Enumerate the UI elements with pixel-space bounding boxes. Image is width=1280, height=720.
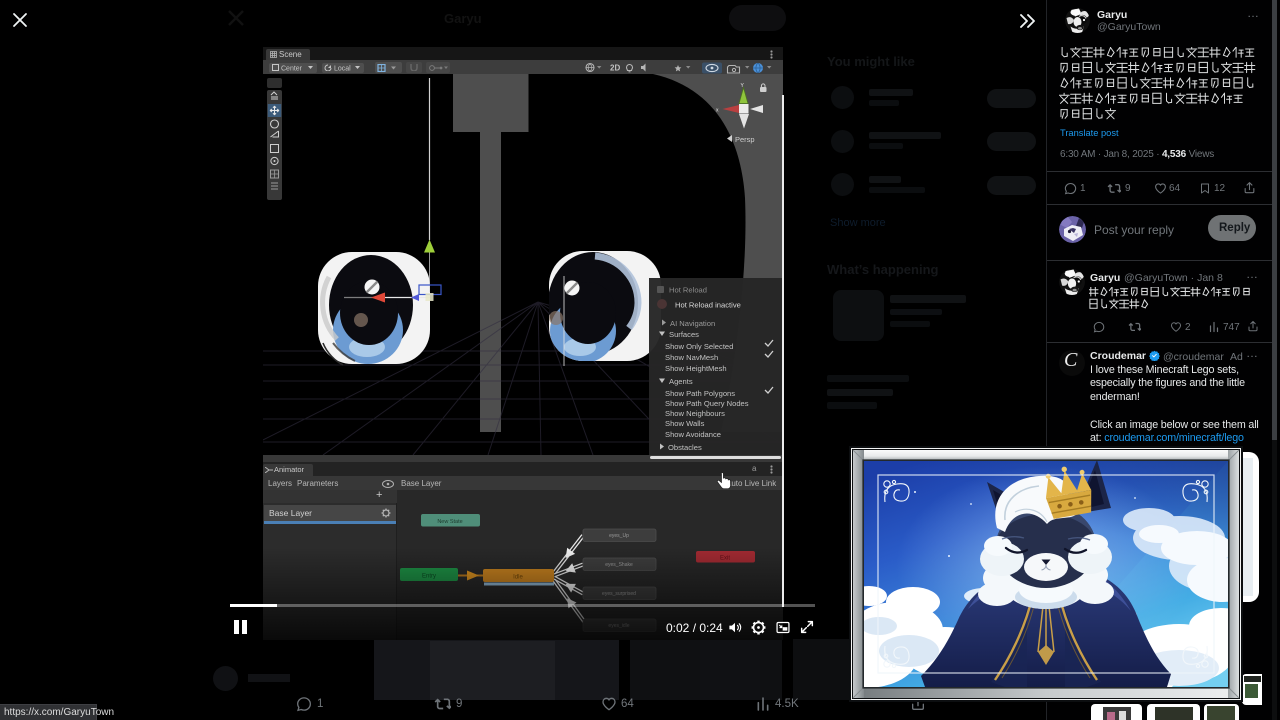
svg-text:Show Path Query Nodes: Show Path Query Nodes: [665, 399, 749, 408]
svg-text:Show NavMesh: Show NavMesh: [665, 353, 718, 362]
svg-text:AI Navigation: AI Navigation: [670, 319, 715, 328]
svg-text:Show Neighbours: Show Neighbours: [665, 409, 725, 418]
svg-text:Show Walls: Show Walls: [665, 419, 705, 428]
svg-text:Hot Reload inactive: Hot Reload inactive: [675, 301, 741, 310]
svg-text:Show Avoidance: Show Avoidance: [665, 430, 721, 439]
svg-text:Show Only Selected: Show Only Selected: [665, 342, 733, 351]
svg-text:Obstacles: Obstacles: [668, 443, 702, 452]
svg-text:x: x: [716, 108, 719, 114]
svg-text:Show HeightMesh: Show HeightMesh: [665, 364, 727, 373]
svg-text:Persp: Persp: [735, 135, 755, 144]
svg-text:Show Path Polygons: Show Path Polygons: [665, 389, 735, 398]
svg-text:Agents: Agents: [669, 377, 693, 386]
svg-text:eyes_Up: eyes_Up: [609, 533, 629, 539]
svg-text:Surfaces: Surfaces: [669, 330, 699, 339]
svg-text:Hot Reload: Hot Reload: [669, 286, 707, 295]
svg-text:New State: New State: [437, 519, 462, 525]
